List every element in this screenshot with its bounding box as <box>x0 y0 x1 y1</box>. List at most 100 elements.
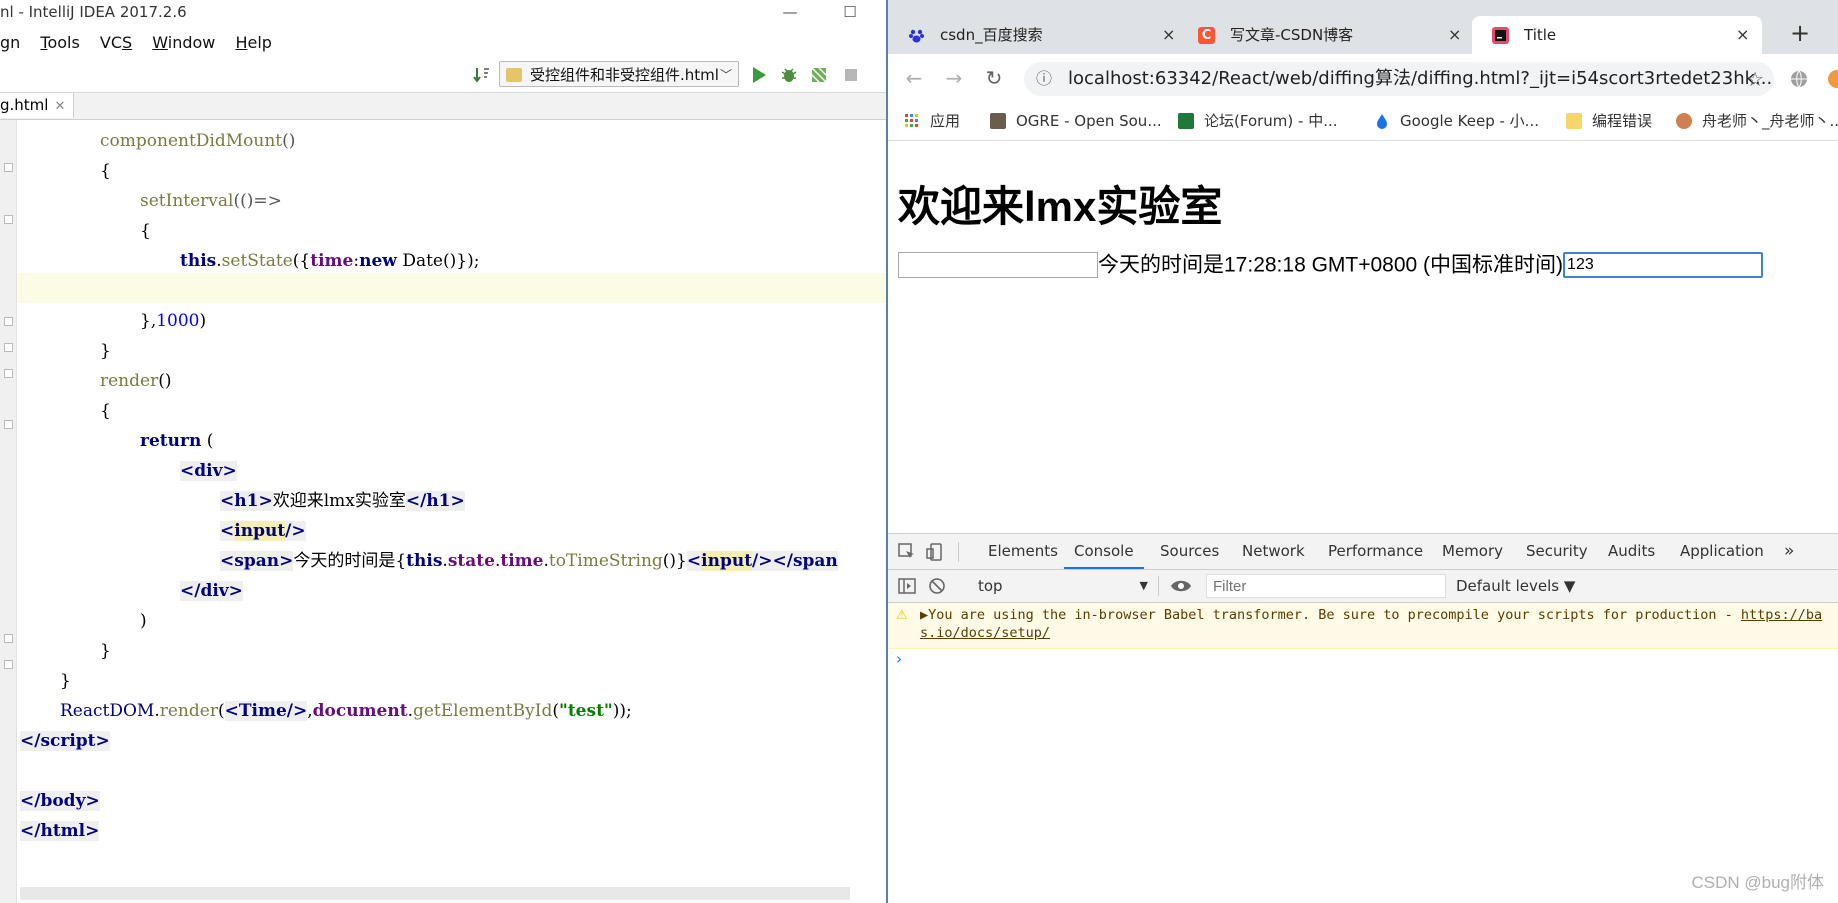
live-expression-eye-icon[interactable] <box>1170 578 1192 594</box>
code-line: </script> <box>20 731 110 751</box>
run-config-select[interactable]: 受控组件和非受控组件.html ﹀ <box>499 61 739 87</box>
controlled-input[interactable] <box>1563 252 1764 279</box>
close-icon[interactable]: × <box>1162 16 1175 54</box>
code-line: </div> <box>180 581 243 601</box>
menu-item-vcs[interactable]: VCS <box>100 29 132 57</box>
baidu-paw-icon <box>909 29 924 43</box>
tab-csdn[interactable]: C 写文章-CSDN博客 × <box>1178 16 1468 54</box>
devtools-tab-network[interactable]: Network <box>1242 534 1305 569</box>
bookmark-google-keep[interactable]: Google Keep - 小... <box>1374 102 1539 140</box>
devtools-tab-performance[interactable]: Performance <box>1328 534 1423 569</box>
fold-marker-icon[interactable] <box>4 420 13 429</box>
tab-baidu[interactable]: csdn_百度搜索 × <box>888 16 1178 54</box>
info-icon[interactable]: ⓘ <box>1036 62 1052 96</box>
device-toolbar-icon[interactable] <box>926 543 944 561</box>
run-icon[interactable] <box>750 66 768 84</box>
devtools-tab-memory[interactable]: Memory <box>1442 534 1503 569</box>
fold-marker-icon[interactable] <box>4 317 13 326</box>
console-prompt[interactable]: › <box>896 650 902 668</box>
time-row: 今天的时间是17:28:18 GMT+0800 (中国标准时间) <box>898 251 1764 279</box>
devtools-tab-audits[interactable]: Audits <box>1608 534 1655 569</box>
dropdown-arrow-icon: ▼ <box>1139 579 1148 592</box>
address-bar[interactable]: ⓘ localhost:63342/React/web/diffing算法/di… <box>1024 62 1774 96</box>
code-line: ReactDOM.render(<Time/>,document.getElem… <box>60 701 632 721</box>
code-line: render() <box>100 371 172 391</box>
bookmark-teacher[interactable]: 舟老师丶_舟老师丶... <box>1676 102 1838 140</box>
code-line: <div> <box>180 461 237 481</box>
fold-marker-icon[interactable] <box>4 163 13 172</box>
fold-marker-icon[interactable] <box>4 634 13 643</box>
menu-item-design[interactable]: gn <box>0 29 20 57</box>
sort-down-icon[interactable] <box>473 66 491 84</box>
csdn-logo-icon: C <box>1198 27 1215 44</box>
devtools-tab-elements[interactable]: Elements <box>988 534 1058 569</box>
new-tab-button[interactable]: + <box>1785 18 1815 48</box>
url-text: localhost:63342/React/web/diffing算法/diff… <box>1068 68 1773 89</box>
menu-item-help[interactable]: Help <box>235 29 271 57</box>
warning-link[interactable]: https://ba <box>1741 607 1822 623</box>
devtools-tab-application[interactable]: Application <box>1680 534 1764 569</box>
debug-icon[interactable] <box>780 66 798 84</box>
stop-icon[interactable] <box>842 66 860 84</box>
apps-grid-icon <box>905 114 918 127</box>
bookmark-apps[interactable]: 应用 <box>904 102 960 140</box>
forward-button[interactable]: → <box>938 62 970 94</box>
warning-link-cont[interactable]: s.io/docs/setup/ <box>920 625 1050 641</box>
code-line: this.setState({time:new Date()}); <box>180 251 480 271</box>
avatar-icon <box>1676 113 1692 129</box>
run-config-label: 受控组件和非受控组件.html <box>530 66 719 84</box>
close-icon[interactable]: × <box>1736 16 1749 54</box>
menu-item-tools[interactable]: Tools <box>40 29 79 57</box>
editor-gutter <box>0 120 17 903</box>
context-select[interactable]: top ▼ <box>978 570 1148 602</box>
page-heading: 欢迎来lmx实验室 <box>898 183 1223 230</box>
code-line: { <box>100 401 111 421</box>
code-line: setInterval(()=> <box>140 191 282 211</box>
code-line: <input/> <box>220 521 306 541</box>
back-button[interactable]: ← <box>898 62 930 94</box>
ogre-icon <box>990 113 1006 129</box>
console-filter-input[interactable] <box>1206 574 1446 598</box>
html-file-icon <box>506 68 522 82</box>
log-levels-select[interactable]: Default levels ▼ <box>1456 570 1575 602</box>
minimize-button[interactable]: — <box>770 0 810 24</box>
extension-icon[interactable] <box>1828 70 1838 88</box>
bookmark-folder-errors[interactable]: 编程错误 <box>1566 102 1652 140</box>
code-line: { <box>100 161 111 181</box>
fold-marker-icon[interactable] <box>4 660 13 669</box>
extension-globe-icon[interactable] <box>1790 70 1808 88</box>
page-viewport: 欢迎来lmx实验室 今天的时间是17:28:18 GMT+0800 (中国标准时… <box>888 141 1838 533</box>
fold-marker-icon[interactable] <box>4 343 13 352</box>
inspect-element-icon[interactable] <box>898 543 916 561</box>
fold-marker-icon[interactable] <box>4 215 13 224</box>
reload-button[interactable]: ↻ <box>978 62 1010 94</box>
code-line: },1000) <box>140 311 207 331</box>
menu-item-window[interactable]: Window <box>152 29 215 57</box>
tab-label: Title <box>1524 26 1557 44</box>
devtools-tab-security[interactable]: Security <box>1526 534 1588 569</box>
editor-tab-label: g.html <box>0 96 49 114</box>
tab-title-active[interactable]: Title × <box>1472 16 1762 54</box>
maximize-button[interactable]: ☐ <box>830 0 870 24</box>
code-line: </body> <box>20 791 100 811</box>
fold-marker-icon[interactable] <box>4 369 13 378</box>
sidebar-toggle-icon[interactable] <box>898 577 916 595</box>
bookmark-star-icon[interactable]: ☆ <box>1746 62 1764 96</box>
close-icon[interactable]: ✕ <box>54 99 65 114</box>
code-line: ) <box>140 611 147 631</box>
chevron-down-icon: ﹀ <box>719 68 732 82</box>
more-tabs-button[interactable]: » <box>1784 534 1794 569</box>
devtools-tab-sources[interactable]: Sources <box>1160 534 1219 569</box>
uncontrolled-input[interactable] <box>898 252 1098 279</box>
bookmark-forum[interactable]: 论坛(Forum) - 中... <box>1178 102 1338 140</box>
close-icon[interactable]: × <box>1448 16 1461 54</box>
time-text: 今天的时间是17:28:18 GMT+0800 (中国标准时间) <box>1098 253 1564 277</box>
editor-tab-file[interactable]: g.html ✕ <box>0 93 75 118</box>
bookmark-ogre[interactable]: OGRE - Open Sou... <box>990 102 1162 140</box>
coverage-icon[interactable] <box>810 66 828 84</box>
divider <box>1158 576 1159 596</box>
devtools-tab-console[interactable]: Console <box>1064 534 1144 569</box>
horizontal-scrollbar[interactable] <box>20 887 850 900</box>
clear-console-icon[interactable] <box>928 577 946 595</box>
code-line: return ( <box>140 431 214 451</box>
